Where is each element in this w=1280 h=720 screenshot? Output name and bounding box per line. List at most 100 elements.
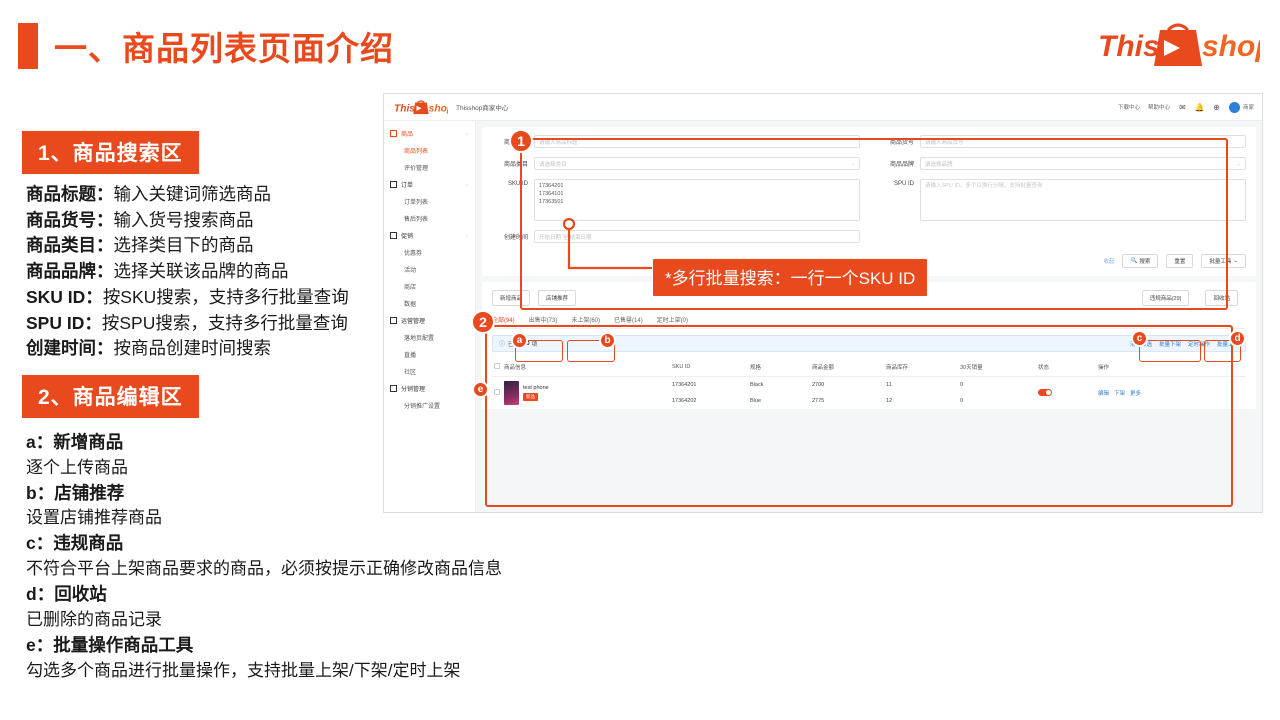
product-category-select[interactable]: 请选择类目 ⌄ <box>534 157 860 170</box>
sidebar: 商品 ⌄ 商品列表 评价管理 订单 ⌄ 订单列表 售后列表 促销 ⌄ 优惠券 活… <box>384 121 476 512</box>
sidebar-item-review-manage[interactable]: 评价管理 <box>384 159 475 176</box>
search-button[interactable]: 🔍 搜索 <box>1122 254 1159 268</box>
violation-products-button[interactable]: 违规商品(29) <box>1141 290 1190 306</box>
shop-recommend-button[interactable]: 店铺推荐 <box>538 290 577 306</box>
nav-download-center[interactable]: 下载中心 <box>1118 103 1140 111</box>
search-button-label: 搜索 <box>1139 259 1151 265</box>
annotation-badge-1: 1 <box>509 129 533 153</box>
svg-text:shop: shop <box>1202 30 1260 63</box>
tab-all[interactable]: 全部(94) <box>492 315 515 324</box>
scheduled-action[interactable]: 定时操作 <box>1188 340 1210 348</box>
product-info-cell: test phone 新品 <box>502 377 670 410</box>
app-body: 商品 ⌄ 商品列表 评价管理 订单 ⌄ 订单列表 售后列表 促销 ⌄ 优惠券 活… <box>384 121 1262 512</box>
callout-multiline-search: *多行批量搜索：一行一个SKU ID <box>652 258 929 297</box>
bell-icon[interactable]: 🔔 <box>1195 103 1205 112</box>
section-heading-edit: 2、商品编辑区 <box>22 375 199 418</box>
field-sku-id: SKU ID 17364201 17364101 17363501 <box>492 179 860 221</box>
text-line: d：回收站 <box>26 582 502 608</box>
promo-icon <box>390 232 397 239</box>
sidebar-item-live[interactable]: 直播 <box>384 346 475 363</box>
select-all-checkbox[interactable] <box>494 363 500 369</box>
page-title: 一、商品列表页面介绍 <box>54 30 394 67</box>
more-action[interactable]: 更多 <box>1130 389 1141 397</box>
edit-action[interactable]: 编辑 <box>1098 389 1109 397</box>
sidebar-item-order-list[interactable]: 订单列表 <box>384 193 475 210</box>
message-icon[interactable]: ✉ <box>1178 103 1187 112</box>
th-operations: 操作 <box>1096 358 1246 377</box>
tab-off-shelf[interactable]: 未上架(60) <box>571 315 600 324</box>
th-stock: 商品库存 <box>884 358 958 377</box>
field-label: 创建时间 <box>503 235 528 241</box>
expand-collapse-toggle[interactable]: 收起 <box>1103 257 1114 265</box>
sidebar-item-store[interactable]: 商店 <box>384 278 475 295</box>
cell-operations: 编辑 下架 更多 <box>1096 377 1246 410</box>
recycle-bin-button[interactable]: 回收站 <box>1205 290 1238 306</box>
cell-stock: 11 <box>886 382 892 389</box>
reset-button[interactable]: 重置 <box>1166 254 1194 268</box>
search-form-right-column: 商品货号 请输入商品货号 商品品牌 请选择品牌 ⌄ SPU ID 请输入SPU … <box>878 135 1246 252</box>
sidebar-group-distribution[interactable]: 分销管理 <box>384 380 475 397</box>
add-product-button[interactable]: 新增商品 <box>492 290 531 306</box>
list-toolbar-right: 违规商品(29) 回收站 <box>1141 290 1246 306</box>
sidebar-item-distribution-settings[interactable]: 分销推广设置 <box>384 397 475 414</box>
create-time-picker[interactable]: 开始日期 至 结束日期 <box>534 230 860 243</box>
app-logo-icon[interactable]: This shop <box>392 98 448 116</box>
field-spu-id: SPU ID 请输入SPU ID，多个以换行分隔，支持批量查询 <box>878 179 1246 221</box>
line-label: SKU ID： <box>26 286 103 307</box>
annotation-badge-2: 2 <box>471 310 495 334</box>
tab-scheduled[interactable]: 定时上架(0) <box>657 315 688 324</box>
sidebar-item-aftersale-list[interactable]: 售后列表 <box>384 210 475 227</box>
sidebar-item-community[interactable]: 社区 <box>384 363 475 380</box>
order-icon <box>390 181 397 188</box>
select-value: 请选择品牌 <box>925 161 953 168</box>
cell-stock: 12 <box>886 398 893 405</box>
product-sn-input[interactable]: 请输入商品货号 <box>920 135 1246 148</box>
status-tabs: 全部(94) 出售中(73) 未上架(60) 已售罄(14) 定时上架(0) <box>492 315 1246 329</box>
info-icon: ⓘ <box>499 342 506 348</box>
sidebar-group-label: 商品 <box>401 132 414 138</box>
sidebar-group-promotion[interactable]: 促销 ⌄ <box>384 227 475 244</box>
bulk-tools-button[interactable]: 批量工具 ⌄ <box>1201 254 1246 268</box>
tab-on-sale[interactable]: 出售中(73) <box>529 315 558 324</box>
product-brand-select[interactable]: 请选择品牌 ⌄ <box>920 157 1246 170</box>
nav-help-center[interactable]: 帮助中心 <box>1148 103 1170 111</box>
tab-sold-out[interactable]: 已售罄(14) <box>614 315 643 324</box>
status-toggle[interactable] <box>1038 388 1052 396</box>
sidebar-item-activity[interactable]: 活动 <box>384 261 475 278</box>
sidebar-item-data[interactable]: 数据 <box>384 295 475 312</box>
spu-id-textarea[interactable]: 请输入SPU ID，多个以换行分隔，支持批量查询 <box>920 179 1246 221</box>
text-line: SKU ID：按SKU搜索，支持多行批量查询 <box>26 285 349 311</box>
user-menu[interactable]: 商家 <box>1228 101 1254 113</box>
search-form: 商品标题 请输入商品标题 商品类目 请选择类目 ⌄ SKU ID <box>492 135 1246 252</box>
sidebar-group-goods[interactable]: 商品 ⌄ <box>384 125 475 142</box>
product-title-input[interactable]: 请输入商品标题 <box>534 135 860 148</box>
product-meta: test phone 新品 <box>523 385 549 401</box>
sidebar-group-operations[interactable]: 运营管理 <box>384 312 475 329</box>
sidebar-item-coupon[interactable]: 优惠券 <box>384 244 475 261</box>
chevron-down-icon: ⌄ <box>1236 160 1241 167</box>
line-text: 设置店铺推荐商品 <box>26 508 162 528</box>
sidebar-group-label: 订单 <box>401 183 414 189</box>
bulk-offshelf-action[interactable]: 批量下架 <box>1159 340 1181 348</box>
line-text: 输入货号搜索商品 <box>113 209 254 230</box>
line-text: 按SKU搜索，支持多行批量查询 <box>102 286 349 307</box>
sidebar-group-orders[interactable]: 订单 ⌄ <box>384 176 475 193</box>
globe-icon[interactable]: ⊕ <box>1212 103 1221 112</box>
annotation-badge-e: e <box>472 381 489 398</box>
sidebar-item-product-list[interactable]: 商品列表 <box>384 142 475 159</box>
offshelf-action[interactable]: 下架 <box>1114 389 1125 397</box>
search-form-left-column: 商品标题 请输入商品标题 商品类目 请选择类目 ⌄ SKU ID <box>492 135 860 252</box>
line-label: 商品品牌： <box>26 261 114 282</box>
line-text: 选择关联该品牌的商品 <box>113 261 289 282</box>
line-label: b：店铺推荐 <box>26 482 125 503</box>
merchant-center-title: Thisshop商家中心 <box>456 105 509 112</box>
row-checkbox[interactable] <box>494 389 500 395</box>
avatar <box>1228 101 1240 113</box>
line-label: a：新增商品 <box>26 432 124 452</box>
text-line: 已删除的商品记录 <box>26 608 502 633</box>
sidebar-item-landing-config[interactable]: 落地页配置 <box>384 329 475 346</box>
sku-id-textarea[interactable]: 17364201 17364101 17363501 <box>534 179 860 221</box>
cell-sku-id: 17364202 <box>672 398 697 405</box>
field-product-sn: 商品货号 请输入商品货号 <box>878 135 1246 148</box>
app-header: This shop Thisshop商家中心 下载中心 帮助中心 ✉ 🔔 ⊕ 商… <box>384 94 1262 121</box>
